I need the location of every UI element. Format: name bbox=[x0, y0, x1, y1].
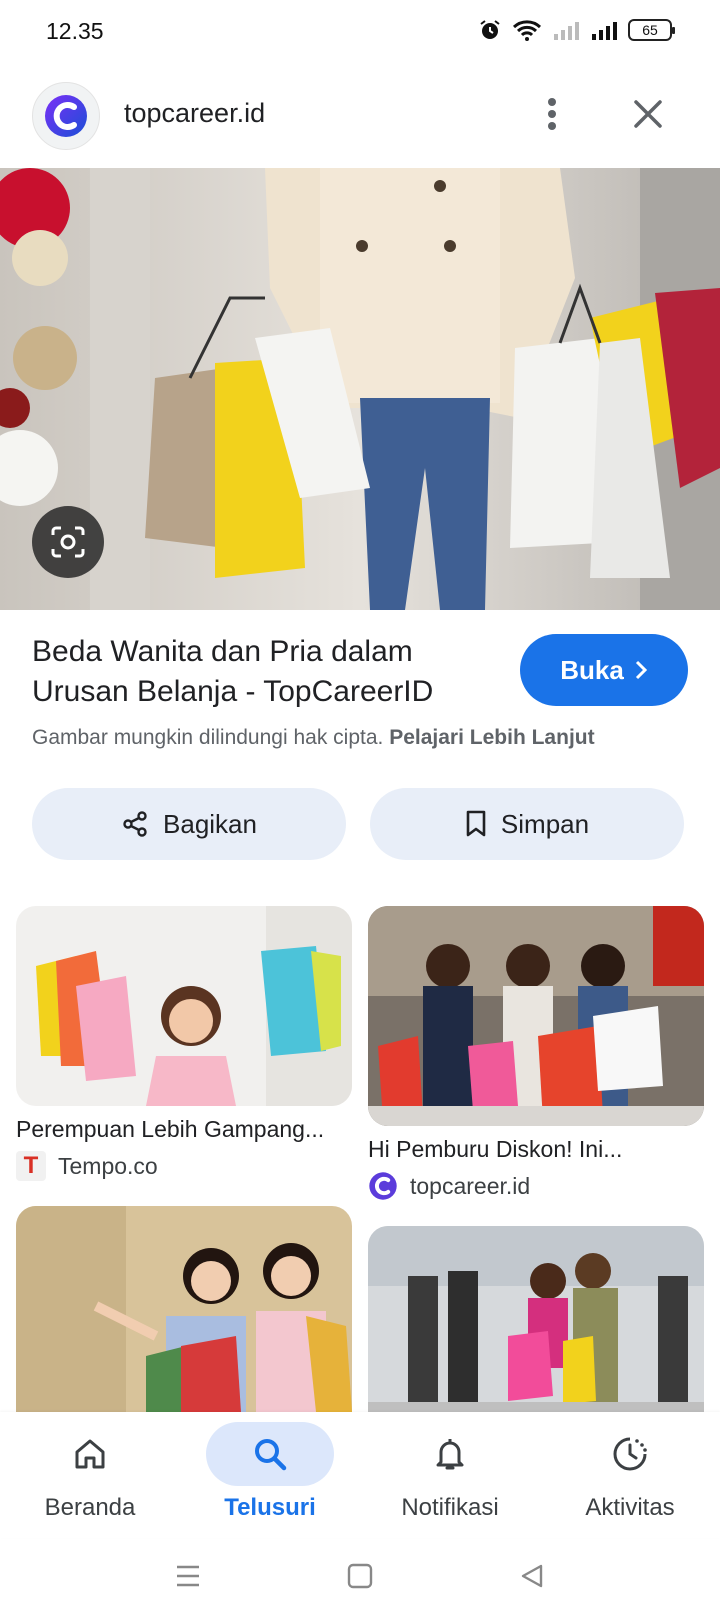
chevron-right-icon bbox=[635, 660, 647, 680]
copyright-text: Gambar mungkin dilindungi hak cipta. bbox=[32, 726, 384, 749]
site-name[interactable]: topcareer.id bbox=[124, 98, 265, 129]
related-thumbnail bbox=[368, 1226, 704, 1412]
bell-icon bbox=[436, 1439, 464, 1470]
related-title: Hi Pemburu Diskon! Ini... bbox=[368, 1136, 623, 1162]
nav-label: Telusuri bbox=[224, 1494, 316, 1521]
search-icon bbox=[255, 1439, 287, 1471]
lens-search-button[interactable] bbox=[32, 506, 104, 578]
status-time: 12.35 bbox=[46, 18, 104, 44]
close-button[interactable] bbox=[624, 90, 672, 138]
result-title[interactable]: Beda Wanita dan Pria dalam Urusan Belanj… bbox=[32, 632, 492, 712]
nav-telusuri[interactable]: Telusuri bbox=[180, 1412, 360, 1538]
copyright-notice: Gambar mungkin dilindungi hak cipta. Pel… bbox=[32, 726, 595, 750]
wifi-icon bbox=[512, 20, 542, 41]
nav-icon-container bbox=[386, 1422, 514, 1486]
close-icon bbox=[634, 100, 662, 128]
save-button[interactable]: Simpan bbox=[370, 788, 684, 860]
recent-apps-button[interactable] bbox=[168, 1556, 208, 1596]
home-icon bbox=[75, 1439, 105, 1469]
related-source-name: Tempo.co bbox=[58, 1152, 158, 1179]
nav-label: Aktivitas bbox=[585, 1494, 675, 1521]
nav-beranda[interactable]: Beranda bbox=[0, 1412, 180, 1538]
activity-icon bbox=[613, 1437, 647, 1471]
nav-label: Beranda bbox=[44, 1494, 136, 1521]
related-card[interactable]: Perempuan Lebih Gampang... T Tempo.co bbox=[16, 906, 352, 1181]
related-thumbnail bbox=[16, 906, 352, 1106]
alarm-icon bbox=[480, 20, 500, 39]
related-thumbnail bbox=[368, 906, 704, 1126]
related-title: Perempuan Lebih Gampang... bbox=[16, 1116, 325, 1142]
related-source: T Tempo.co bbox=[16, 1151, 352, 1181]
status-icons: 65 bbox=[478, 18, 675, 42]
open-button[interactable]: Buka bbox=[520, 634, 688, 706]
related-card[interactable]: Hi Pemburu Diskon! Ini... topcareer.id bbox=[368, 906, 704, 1201]
related-thumbnail bbox=[16, 1206, 352, 1412]
status-bar: 12.35 65 bbox=[0, 0, 720, 66]
nav-icon-container bbox=[26, 1422, 154, 1486]
menu-lines-icon bbox=[177, 1565, 199, 1587]
open-button-label: Buka bbox=[560, 654, 624, 685]
save-label: Simpan bbox=[500, 808, 590, 839]
nav-aktivitas[interactable]: Aktivitas bbox=[540, 1412, 720, 1538]
back-triangle-icon bbox=[521, 1564, 543, 1588]
share-button[interactable]: Bagikan bbox=[32, 788, 346, 860]
related-card[interactable] bbox=[16, 1206, 352, 1412]
bottom-navigation: Beranda Telusuri Notifikasi Aktivitas bbox=[0, 1412, 720, 1538]
tempo-favicon: T bbox=[16, 1151, 46, 1181]
result-image[interactable] bbox=[0, 168, 720, 610]
more-vert-icon bbox=[548, 98, 556, 130]
learn-more-link[interactable]: Pelajari Lebih Lanjut bbox=[389, 726, 594, 749]
signal-icon bbox=[592, 22, 617, 40]
topcareer-logo-icon bbox=[45, 95, 87, 137]
header: topcareer.id bbox=[0, 78, 720, 168]
nav-notifikasi[interactable]: Notifikasi bbox=[360, 1412, 540, 1538]
lens-icon bbox=[51, 526, 85, 558]
share-label: Bagikan bbox=[163, 808, 257, 839]
share-icon bbox=[123, 811, 147, 837]
nav-label: Notifikasi bbox=[401, 1494, 499, 1521]
topcareer-favicon bbox=[369, 1172, 397, 1200]
signal-empty-icon bbox=[554, 22, 579, 40]
square-icon bbox=[347, 1563, 373, 1589]
back-button[interactable] bbox=[512, 1556, 552, 1596]
related-card[interactable] bbox=[368, 1226, 704, 1412]
bookmark-icon bbox=[466, 810, 486, 837]
home-system-button[interactable] bbox=[340, 1556, 380, 1596]
site-logo[interactable] bbox=[32, 82, 100, 150]
related-source-name: topcareer.id bbox=[410, 1172, 531, 1199]
related-source: topcareer.id bbox=[368, 1171, 704, 1201]
nav-icon-container bbox=[566, 1422, 694, 1486]
system-navigation bbox=[0, 1538, 720, 1612]
more-options-button[interactable] bbox=[530, 92, 574, 136]
battery-indicator: 65 bbox=[628, 19, 675, 41]
nav-icon-container bbox=[206, 1422, 334, 1486]
